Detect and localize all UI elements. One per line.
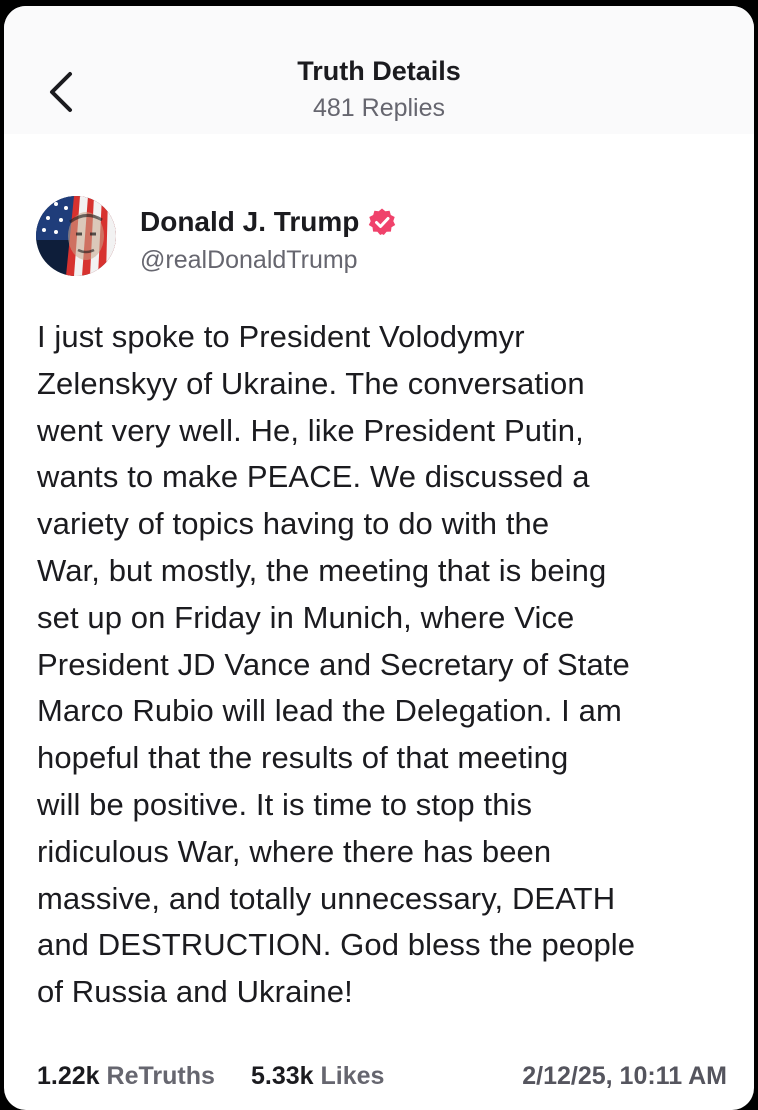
post-text-line: massive, and totally unnecessary, DEATH <box>37 880 616 916</box>
post-text-line: and DESTRUCTION. God bless the people <box>37 927 636 963</box>
likes-label: Likes <box>320 1062 385 1090</box>
likes-count: 5.33k <box>251 1062 314 1090</box>
post-text-line: set up on Friday in Munich, where Vice <box>37 599 575 635</box>
post-text-line: President JD Vance and Secretary of Stat… <box>37 646 630 682</box>
post-text-line: Zelenskyy of Ukraine. The conversation <box>37 365 585 401</box>
post-text-line: went very well. He, like President Putin… <box>37 412 584 448</box>
truth-details-screen: Truth Details 481 Replies Donald J. Trum… <box>4 6 754 1110</box>
retruths-label: ReTruths <box>106 1062 215 1090</box>
retruths-count: 1.22k <box>37 1062 100 1090</box>
post-text-line: hopeful that the results of that meeting <box>37 740 569 776</box>
verified-badge-icon <box>369 208 396 235</box>
post-timestamp: 2/12/25, 10:11 AM <box>522 1062 727 1090</box>
post-text-line: ridiculous War, where there has been <box>37 833 552 869</box>
likes-stat[interactable]: 5.33k Likes <box>251 1062 384 1091</box>
post-text-line: War, but mostly, the meeting that is bei… <box>37 552 607 588</box>
avatar-image <box>36 196 116 276</box>
author-handle[interactable]: @realDonaldTrump <box>140 246 358 275</box>
top-bar: Truth Details 481 Replies <box>4 6 754 134</box>
post-text-line: wants to make PEACE. We discussed a <box>37 459 590 495</box>
avatar[interactable] <box>36 196 116 276</box>
author-display-name[interactable]: Donald J. Trump <box>140 206 359 238</box>
post-text: I just spoke to President Volodymyr Zele… <box>37 314 737 1016</box>
post-text-line: Marco Rubio will lead the Delegation. I … <box>37 693 622 729</box>
post-text-line: I just spoke to President Volodymyr <box>37 319 525 354</box>
author-name-row: Donald J. Trump <box>140 204 397 240</box>
post-text-line: will be positive. It is time to stop thi… <box>37 786 533 822</box>
post-stats-bar: 1.22k ReTruths 5.33k Likes 2/12/25, 10:1… <box>37 1062 727 1094</box>
post-text-line: variety of topics having to do with the <box>37 506 550 542</box>
page-title: Truth Details <box>297 56 461 86</box>
retruths-stat[interactable]: 1.22k ReTruths <box>37 1062 215 1091</box>
post-text-line: of Russia and Ukraine! <box>37 974 353 1010</box>
replies-count[interactable]: 481 Replies <box>4 94 754 123</box>
